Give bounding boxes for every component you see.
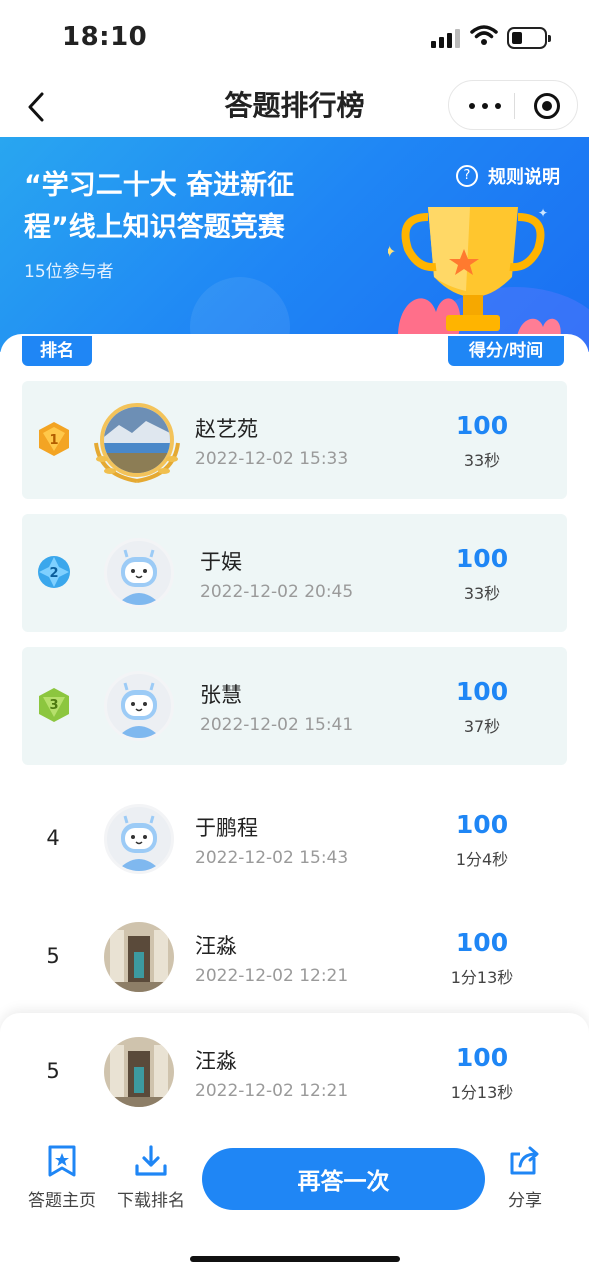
participant-name: 于鹏程: [195, 816, 258, 840]
duration: 1分4秒: [455, 850, 509, 869]
rules-link[interactable]: ? 规则说明: [456, 163, 560, 189]
score: 100: [455, 810, 509, 839]
avatar: [104, 671, 174, 741]
nav-bar: 答题排行榜: [0, 76, 589, 136]
close-target-icon[interactable]: [534, 93, 560, 119]
duration: 1分13秒: [450, 1083, 514, 1102]
participant-name: 汪淼: [195, 1049, 237, 1073]
rank-number: 4: [46, 826, 60, 850]
submit-time: 2022-12-02 15:41: [200, 715, 354, 735]
quiz-home-tab[interactable]: 答题主页: [17, 1144, 107, 1211]
share-label: 分享: [508, 1191, 542, 1211]
participant-name: 赵艺苑: [195, 417, 258, 441]
ranking-row[interactable]: 4 于鹏程 2022-12-02 15:43 100 1分4秒: [22, 780, 567, 898]
duration: 1分13秒: [450, 968, 514, 987]
score-column-header: 得分/时间: [448, 336, 564, 366]
retry-button[interactable]: 再答一次: [202, 1148, 485, 1210]
question-icon: ?: [456, 165, 478, 187]
rank-number: 5: [46, 944, 60, 968]
avatar: [104, 1037, 174, 1107]
submit-time: 2022-12-02 15:33: [195, 449, 349, 469]
participant-name: 汪淼: [195, 934, 237, 958]
my-rank-row[interactable]: 5 汪淼 2022-12-02 12:21 100 1分13秒: [22, 1013, 567, 1131]
ranking-row[interactable]: 2 于娱 2022-12-02 20:45 100 33秒: [22, 514, 567, 632]
rank-number: 1: [49, 433, 58, 448]
svg-text:✦: ✦: [388, 242, 396, 261]
rank-number: 5: [46, 1059, 60, 1083]
rank-number: 3: [49, 698, 58, 713]
submit-time: 2022-12-02 20:45: [200, 582, 354, 602]
capsule-divider: [514, 93, 515, 119]
battery-icon: [507, 27, 551, 49]
avatar: [104, 922, 174, 992]
avatar: [104, 804, 174, 874]
laurel-wreath-icon: [94, 442, 180, 483]
svg-text:✦: ✦: [538, 206, 548, 220]
bottom-tab-bar: 答题主页 下载排名 再答一次 分享: [0, 1140, 589, 1220]
contest-title-line2: 程”线上知识答题竞赛: [24, 212, 285, 243]
score: 100: [455, 928, 509, 957]
ranking-row[interactable]: 5 汪淼 2022-12-02 12:21 100 1分13秒: [22, 898, 567, 1016]
submit-time: 2022-12-02 12:21: [195, 1081, 349, 1101]
download-ranking-tab[interactable]: 下载排名: [106, 1144, 196, 1211]
participant-name: 张慧: [200, 683, 242, 707]
contest-title-line1: “学习二十大 奋进新征: [24, 170, 295, 201]
score: 100: [455, 544, 509, 573]
participant-name: 于娱: [200, 550, 242, 574]
share-icon: [510, 1146, 539, 1175]
ranking-row[interactable]: 3 张慧 2022-12-02 15:41 100 37秒: [22, 647, 567, 765]
download-icon: [135, 1145, 167, 1176]
bookmark-star-icon: [48, 1145, 76, 1177]
robot-avatar-icon: [117, 549, 161, 605]
silver-medal-icon: 2: [38, 556, 70, 588]
score: 100: [455, 1043, 509, 1072]
avatar: [104, 538, 174, 608]
duration: 33秒: [463, 451, 501, 470]
score: 100: [455, 677, 509, 706]
more-icon[interactable]: [469, 103, 503, 109]
score: 100: [455, 411, 509, 440]
home-indicator: [190, 1256, 400, 1262]
share-tab[interactable]: 分享: [480, 1144, 570, 1211]
rules-label: 规则说明: [488, 167, 560, 188]
trophy-illustration: ✦ ✦: [388, 206, 561, 352]
download-ranking-label: 下载排名: [117, 1191, 185, 1211]
mini-program-capsule: [448, 80, 578, 130]
robot-avatar-icon: [117, 682, 161, 738]
contest-banner: “学习二十大 奋进新征 程”线上知识答题竞赛 15位参与者 ? 规则说明 ✦ ✦: [0, 137, 589, 352]
rank-number: 2: [49, 566, 58, 581]
submit-time: 2022-12-02 15:43: [195, 848, 349, 868]
submit-time: 2022-12-02 12:21: [195, 966, 349, 986]
wifi-icon: [470, 25, 498, 45]
rank-column-header: 排名: [22, 336, 92, 366]
ranking-row[interactable]: 1 赵艺苑 2022-12-02 15:33 100 33秒: [22, 381, 567, 499]
status-time: 18:10: [62, 22, 148, 52]
bronze-medal-icon: 3: [39, 688, 69, 722]
duration: 33秒: [463, 584, 501, 603]
duration: 37秒: [463, 717, 501, 736]
gold-medal-icon: 1: [39, 422, 69, 456]
contest-title: “学习二十大 奋进新征 程”线上知识答题竞赛: [24, 165, 344, 249]
quiz-home-label: 答题主页: [28, 1191, 96, 1211]
status-bar: 18:10: [0, 0, 589, 76]
signal-icon: [431, 28, 461, 48]
robot-avatar-icon: [117, 815, 161, 871]
participant-count: 15位参与者: [24, 262, 114, 282]
